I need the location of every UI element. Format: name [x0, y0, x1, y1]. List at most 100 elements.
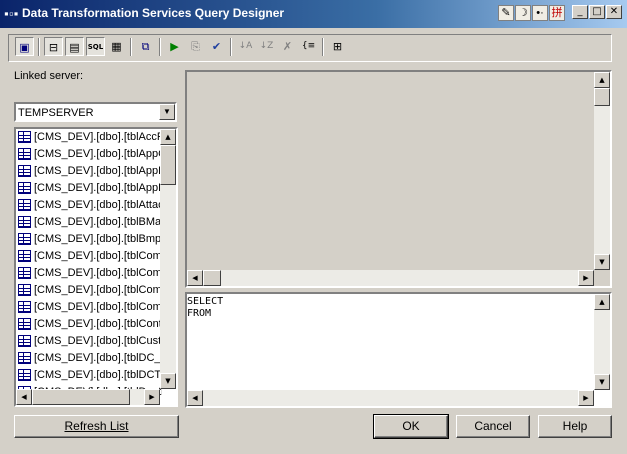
diagram-hscroll[interactable]: ◀ ▶: [187, 270, 594, 286]
list-item[interactable]: [CMS_DEV].[dbo].[tblBMap: [16, 214, 162, 231]
table-name: [CMS_DEV].[dbo].[tblAppF: [34, 165, 162, 177]
toolbar-separator: [38, 38, 40, 56]
show-diagram-pane-icon[interactable]: ▣: [15, 37, 34, 56]
list-item[interactable]: [CMS_DEV].[dbo].[tblContr: [16, 316, 162, 333]
table-name: [CMS_DEV].[dbo].[tblComn: [34, 301, 162, 313]
scroll-thumb[interactable]: [594, 88, 610, 106]
toolbar: ▣ ⊟ ▤ SQL ▦ ⧉ ▶ ⎘ ✔ ↓A ↓Z ✗ {≡ ⊞: [8, 34, 612, 62]
pinyin-icon[interactable]: 拼: [549, 5, 565, 21]
cancel-button[interactable]: Cancel: [456, 415, 530, 438]
table-name: [CMS_DEV].[dbo].[tblCusto: [34, 335, 162, 347]
table-icon: [18, 182, 31, 194]
verify-sql-icon[interactable]: ✔: [207, 37, 226, 56]
table-name: [CMS_DEV].[dbo].[tblComn: [34, 267, 162, 279]
list-item[interactable]: [CMS_DEV].[dbo].[tblDC_F: [16, 350, 162, 367]
list-item[interactable]: [CMS_DEV].[dbo].[tblAppF: [16, 163, 162, 180]
scroll-right-icon[interactable]: ▶: [144, 389, 160, 405]
refresh-list-button[interactable]: Refresh List: [14, 415, 179, 438]
table-icon: [18, 284, 31, 296]
add-table-icon[interactable]: ⊞: [328, 37, 347, 56]
linked-server-label: Linked server:: [14, 70, 84, 82]
table-icon: [18, 267, 31, 279]
list-item[interactable]: [CMS_DEV].[dbo].[tblAttac: [16, 197, 162, 214]
show-results-pane-icon[interactable]: ▤: [65, 37, 84, 56]
table-icon: [18, 250, 31, 262]
minimize-button[interactable]: _: [572, 5, 588, 19]
show-grid-pane-icon[interactable]: ⊟: [44, 37, 63, 56]
table-icon: [18, 335, 31, 347]
toolbar-separator: [322, 38, 324, 56]
linked-server-combo[interactable]: TEMPSERVER ▼: [14, 102, 177, 122]
scroll-down-icon[interactable]: ▼: [594, 374, 610, 390]
table-icon: [18, 369, 31, 381]
table-icon: [18, 301, 31, 313]
sql-vscroll[interactable]: ▲ ▼: [594, 294, 610, 390]
scroll-thumb[interactable]: [32, 389, 130, 405]
ok-button[interactable]: OK: [373, 414, 449, 439]
scroll-left-icon[interactable]: ◀: [187, 390, 203, 406]
list-item[interactable]: [CMS_DEV].[dbo].[tblAccR: [16, 129, 162, 146]
list-item[interactable]: [CMS_DEV].[dbo].[tblBmpS: [16, 231, 162, 248]
run-icon[interactable]: ▶: [165, 37, 184, 56]
toolbar-separator: [159, 38, 161, 56]
scroll-left-icon[interactable]: ◀: [187, 270, 203, 286]
chevron-down-icon[interactable]: ▼: [159, 104, 175, 120]
show-sql-pane-icon[interactable]: SQL: [86, 37, 105, 56]
toolbar-separator: [130, 38, 132, 56]
list-item[interactable]: [CMS_DEV].[dbo].[tblComn: [16, 299, 162, 316]
list-item[interactable]: [CMS_DEV].[dbo].[tblComn: [16, 248, 162, 265]
table-name: [CMS_DEV].[dbo].[tblAccR: [34, 131, 162, 143]
scroll-thumb[interactable]: [203, 270, 221, 286]
scroll-thumb[interactable]: [160, 145, 176, 185]
list-item[interactable]: [CMS_DEV].[dbo].[tblComn: [16, 265, 162, 282]
table-name: [CMS_DEV].[dbo].[tblBMap: [34, 216, 162, 228]
show-results-icon[interactable]: ▦: [107, 37, 126, 56]
change-type-icon[interactable]: ⧉: [136, 37, 155, 56]
table-list-vscroll[interactable]: ▲ ▼: [160, 129, 176, 389]
copy-icon[interactable]: ⎘: [186, 37, 205, 56]
table-name: [CMS_DEV].[dbo].[tblComn: [34, 284, 162, 296]
scroll-up-icon[interactable]: ▲: [594, 72, 610, 88]
list-item[interactable]: [CMS_DEV].[dbo].[tblAppC: [16, 146, 162, 163]
maximize-button[interactable]: □: [589, 5, 605, 19]
moon-icon[interactable]: ☽: [515, 5, 531, 21]
remove-filter-icon[interactable]: ✗: [278, 37, 297, 56]
scroll-up-icon[interactable]: ▲: [594, 294, 610, 310]
scroll-left-icon[interactable]: ◀: [16, 389, 32, 405]
table-icon: [18, 233, 31, 245]
sort-ascending-icon[interactable]: ↓A: [236, 37, 255, 56]
table-name: [CMS_DEV].[dbo].[tblBmpS: [34, 233, 162, 245]
list-item[interactable]: [CMS_DEV].[dbo].[tblAppF: [16, 180, 162, 197]
help-button[interactable]: Help: [538, 415, 612, 438]
diagram-vscroll[interactable]: ▲ ▼: [594, 72, 610, 270]
table-icon: [18, 216, 31, 228]
scroll-down-icon[interactable]: ▼: [160, 373, 176, 389]
toolbar-separator: [230, 38, 232, 56]
scroll-down-icon[interactable]: ▼: [594, 254, 610, 270]
table-list-hscroll[interactable]: ◀ ▶: [16, 389, 160, 405]
sql-text[interactable]: SELECT FROM: [187, 296, 223, 320]
list-item[interactable]: [CMS_DEV].[dbo].[tblComn: [16, 282, 162, 299]
ime-mode-icon[interactable]: ✎: [498, 5, 514, 21]
table-name: [CMS_DEV].[dbo].[tblDCTr: [34, 369, 162, 381]
scroll-right-icon[interactable]: ▶: [578, 270, 594, 286]
dot-icon[interactable]: •·: [532, 5, 548, 21]
table-icon: [18, 318, 31, 330]
table-icon: [18, 352, 31, 364]
sort-descending-icon[interactable]: ↓Z: [257, 37, 276, 56]
query-designer-icon[interactable]: ▪▫▪: [4, 7, 18, 21]
sql-hscroll[interactable]: ◀ ▶: [187, 390, 594, 406]
diagram-pane[interactable]: ▲ ▼ ◀ ▶: [185, 70, 612, 288]
group-by-icon[interactable]: {≡: [299, 37, 318, 56]
list-item[interactable]: [CMS_DEV].[dbo].[tblDCTr: [16, 367, 162, 384]
close-button[interactable]: ✕: [606, 5, 622, 19]
table-list[interactable]: [CMS_DEV].[dbo].[tblAccR [CMS_DEV].[dbo].…: [14, 127, 178, 407]
table-name: [CMS_DEV].[dbo].[tblComn: [34, 250, 162, 262]
sql-pane[interactable]: SELECT FROM ▲ ▼ ◀ ▶: [185, 292, 612, 408]
table-name: [CMS_DEV].[dbo].[tblAttac: [34, 199, 162, 211]
table-name: [CMS_DEV].[dbo].[tblAppC: [34, 148, 162, 160]
window-title: Data Transformation Services Query Desig…: [22, 6, 285, 20]
scroll-right-icon[interactable]: ▶: [578, 390, 594, 406]
list-item[interactable]: [CMS_DEV].[dbo].[tblCusto: [16, 333, 162, 350]
scroll-up-icon[interactable]: ▲: [160, 129, 176, 145]
